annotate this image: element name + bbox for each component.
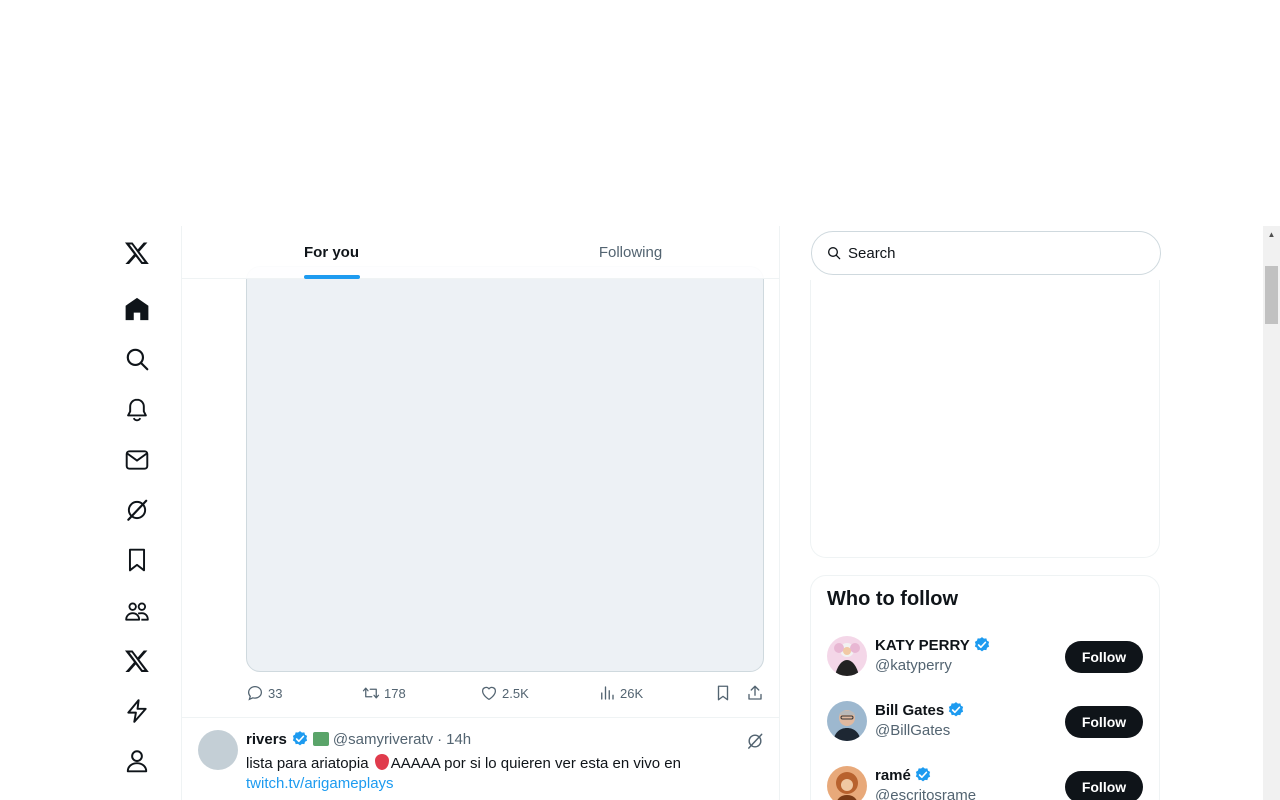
account-name: KATY PERRY bbox=[875, 636, 991, 654]
avatar[interactable] bbox=[827, 636, 867, 676]
scroll-thumb[interactable] bbox=[1265, 266, 1278, 324]
notifications-icon[interactable] bbox=[120, 393, 154, 427]
avatar[interactable] bbox=[827, 701, 867, 741]
follow-suggestion[interactable]: ramé @escritosrame Follow bbox=[811, 766, 1159, 800]
bookmark-button[interactable] bbox=[714, 684, 732, 702]
avatar[interactable] bbox=[198, 730, 238, 770]
tweet-link[interactable]: twitch.tv/arigameplays bbox=[246, 774, 746, 794]
repost-count: 178 bbox=[384, 685, 406, 701]
who-to-follow-title: Who to follow bbox=[827, 588, 959, 610]
verified-badge-icon bbox=[949, 702, 964, 717]
follow-suggestion[interactable]: KATY PERRY @katyperry Follow bbox=[811, 636, 1159, 701]
grok-icon[interactable] bbox=[745, 731, 765, 751]
profile-icon[interactable] bbox=[120, 744, 154, 778]
views-button[interactable]: 26K bbox=[598, 684, 643, 702]
like-count: 2.5K bbox=[502, 685, 529, 701]
messages-icon[interactable] bbox=[120, 443, 154, 477]
tab-for-you[interactable]: For you bbox=[182, 226, 481, 279]
premium-icon[interactable] bbox=[120, 644, 154, 678]
follow-button[interactable]: Follow bbox=[1065, 706, 1143, 738]
account-name-text: KATY PERRY bbox=[875, 636, 970, 654]
follow-button[interactable]: Follow bbox=[1065, 771, 1143, 800]
sidebar-card bbox=[810, 280, 1160, 558]
home-icon[interactable] bbox=[120, 292, 154, 326]
author-name[interactable]: rivers bbox=[246, 731, 287, 748]
timeline: For you Following 33 178 2.5K 26K rivers… bbox=[181, 226, 780, 800]
tweet-action-bar: 33 178 2.5K 26K bbox=[246, 684, 766, 704]
like-button[interactable]: 2.5K bbox=[480, 684, 529, 702]
author-handle[interactable]: @samyriveratv bbox=[333, 731, 433, 748]
tweet-header: rivers @samyriveratv · 14h bbox=[246, 730, 471, 748]
tab-following[interactable]: Following bbox=[481, 226, 779, 278]
share-button[interactable] bbox=[746, 684, 764, 702]
follow-button[interactable]: Follow bbox=[1065, 641, 1143, 673]
who-to-follow: Who to follow KATY PERRY @katyperry Foll… bbox=[810, 575, 1160, 800]
tab-for-you-label: For you bbox=[304, 243, 359, 261]
grok-icon[interactable] bbox=[120, 493, 154, 527]
verified-badge-icon bbox=[292, 731, 307, 746]
heart-icon bbox=[481, 686, 497, 701]
share-icon bbox=[748, 685, 762, 700]
search-input[interactable] bbox=[848, 244, 1138, 262]
page-scrollbar[interactable]: ▲ bbox=[1263, 226, 1280, 800]
account-name-text: ramé bbox=[875, 766, 911, 784]
bookmark-icon bbox=[717, 685, 729, 701]
repost-icon bbox=[362, 687, 380, 699]
active-tab-indicator bbox=[303, 275, 360, 279]
tab-following-label: Following bbox=[598, 243, 663, 261]
verified-badge-icon bbox=[974, 637, 989, 652]
follow-suggestion[interactable]: Bill Gates @BillGates Follow bbox=[811, 701, 1159, 766]
scroll-up-arrow-icon[interactable]: ▲ bbox=[1263, 226, 1280, 243]
verified-badge-icon bbox=[915, 767, 930, 782]
views-count: 26K bbox=[620, 685, 644, 701]
account-name: Bill Gates bbox=[875, 701, 965, 719]
bookmarks-icon[interactable] bbox=[120, 543, 154, 577]
account-name-text: Bill Gates bbox=[875, 701, 945, 719]
strawberry-emoji-icon bbox=[374, 754, 389, 770]
timeline-tabs: For you Following bbox=[182, 226, 779, 279]
account-handle: @katyperry bbox=[875, 657, 952, 674]
tweet-text-before: lista para ariatopia bbox=[246, 755, 369, 772]
account-handle: @escritosrame bbox=[875, 787, 977, 800]
repost-button[interactable]: 178 bbox=[362, 684, 406, 702]
tweet-media[interactable] bbox=[246, 266, 764, 672]
flag-emoji-icon bbox=[312, 732, 329, 746]
x-home-page: For you Following 33 178 2.5K 26K rivers… bbox=[0, 0, 1280, 800]
search-box[interactable] bbox=[811, 231, 1161, 275]
reply-button[interactable]: 33 bbox=[246, 684, 282, 702]
tweet[interactable]: rivers @samyriveratv · 14h lista para ar… bbox=[182, 717, 779, 800]
avatar[interactable] bbox=[827, 766, 867, 800]
reply-icon bbox=[247, 685, 263, 701]
meta-separator: · bbox=[437, 730, 443, 748]
tweet-text-after: AAAAA por si lo quieren ver esta en vivo… bbox=[390, 755, 681, 772]
tweet-text: lista para ariatopia AAAAA por si lo qui… bbox=[246, 754, 746, 794]
search-icon bbox=[828, 247, 841, 260]
x-logo-icon[interactable] bbox=[120, 236, 154, 270]
tweet-time[interactable]: 14h bbox=[446, 731, 471, 748]
views-icon bbox=[601, 686, 614, 700]
verified-orgs-icon[interactable] bbox=[120, 694, 154, 728]
communities-icon[interactable] bbox=[120, 594, 154, 628]
account-handle: @BillGates bbox=[875, 722, 951, 739]
account-name: ramé bbox=[875, 766, 932, 784]
search-icon[interactable] bbox=[120, 342, 154, 376]
reply-count: 33 bbox=[268, 685, 283, 701]
